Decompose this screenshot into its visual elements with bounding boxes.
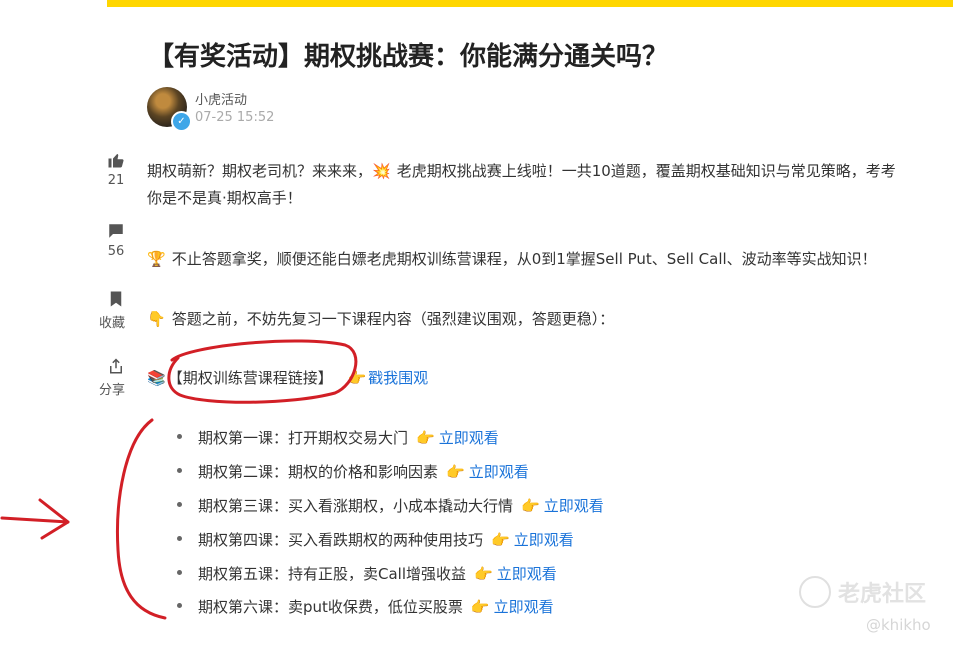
bookmark-button[interactable]: 收藏 bbox=[98, 290, 134, 331]
list-item: 期权第二课：期权的价格和影响因素 👉 立即观看 bbox=[177, 461, 529, 482]
point-right-icon: 👉 bbox=[347, 369, 367, 387]
watch-link[interactable]: 立即观看 bbox=[514, 531, 574, 549]
watch-link[interactable]: 立即观看 bbox=[497, 565, 557, 583]
review-text: 答题之前，不妨先复习一下课程内容（强烈建议围观，答题更稳）： bbox=[171, 310, 615, 328]
list-item: 期权第一课：打开期权交易大门 👉 立即观看 bbox=[177, 427, 499, 448]
intro-text-a: 期权萌新？期权老司机？来来来， bbox=[147, 162, 373, 180]
list-item: 期权第三课：买入看涨期权，小成本撬动大行情 👉 立即观看 bbox=[177, 495, 604, 516]
bullet-icon bbox=[177, 603, 182, 608]
course-link[interactable]: 戳我围观 bbox=[368, 369, 428, 387]
top-accent-bar bbox=[107, 0, 953, 7]
watermark-brand: 老虎社区 bbox=[838, 582, 927, 607]
bullet-icon bbox=[177, 536, 182, 541]
trophy-icon: 🏆 bbox=[147, 250, 166, 268]
point-right-icon: 👉 bbox=[474, 565, 493, 583]
comment-count: 56 bbox=[107, 244, 125, 259]
intro-text-b: 老虎期权挑战赛上线啦！一共10道题，覆盖期权基础知识与常见策略，考考 bbox=[396, 162, 896, 180]
bookmark-icon bbox=[110, 291, 122, 307]
lesson-title: 期权第二课：期权的价格和影响因素 bbox=[198, 463, 439, 481]
bullet-icon bbox=[177, 468, 182, 473]
lesson-title: 期权第一课：打开期权交易大门 bbox=[198, 429, 409, 447]
point-right-icon: 👉 bbox=[470, 598, 490, 616]
list-item: 期权第五课：持有正股，卖Call增强收益 👉 立即观看 bbox=[177, 563, 557, 584]
intro-paragraph: 期权萌新？期权老司机？来来来，💥 老虎期权挑战赛上线啦！一共10道题，覆盖期权基础… bbox=[147, 158, 947, 212]
lesson-title: 期权第六课：卖put收保费，低位买股票 bbox=[198, 598, 463, 616]
post-time: 07-25 15:52 bbox=[195, 110, 275, 125]
like-count: 21 bbox=[107, 173, 125, 188]
point-right-icon: 👉 bbox=[446, 463, 465, 481]
bookmark-label: 收藏 bbox=[98, 316, 125, 331]
bracket-annotation bbox=[116, 418, 167, 620]
review-paragraph: 👇 答题之前，不妨先复习一下课程内容（强烈建议围观，答题更稳）： bbox=[147, 306, 947, 333]
lesson-title: 期权第五课：持有正股，卖Call增强收益 bbox=[198, 565, 467, 583]
watermark-user: @khikho bbox=[866, 616, 931, 634]
point-down-icon: 👇 bbox=[147, 310, 166, 328]
watch-link[interactable]: 立即观看 bbox=[439, 429, 499, 447]
thumbs-up-icon bbox=[108, 154, 124, 168]
comment-button[interactable]: 56 bbox=[98, 222, 134, 259]
prize-paragraph: 🏆 不止答题拿奖，顺便还能白嫖老虎期权训练营课程，从0到1掌握Sell Put、S… bbox=[147, 246, 947, 273]
lesson-title: 期权第三课：买入看涨期权，小成本撬动大行情 bbox=[198, 497, 514, 515]
watch-link[interactable]: 立即观看 bbox=[469, 463, 529, 481]
watch-link[interactable]: 立即观看 bbox=[494, 598, 554, 616]
post-title: 【有奖活动】期权挑战赛：你能满分通关吗？ bbox=[148, 42, 669, 72]
verified-badge-icon: ✓ bbox=[171, 111, 192, 132]
like-button[interactable]: 21 bbox=[98, 151, 134, 188]
point-right-icon: 👉 bbox=[521, 497, 540, 515]
bullet-icon bbox=[177, 434, 182, 439]
point-right-icon: 👉 bbox=[416, 429, 435, 447]
course-link-label: 【期权训练营课程链接】 bbox=[167, 369, 333, 387]
comment-icon bbox=[109, 224, 123, 238]
tiger-community-logo-icon bbox=[799, 576, 831, 608]
share-icon bbox=[110, 358, 122, 374]
point-right-icon: 👉 bbox=[491, 531, 510, 549]
list-item: 期权第四课：买入看跌期权的两种使用技巧 👉 立即观看 bbox=[177, 529, 574, 550]
intro-text-c: 你是不是真·期权高手！ bbox=[147, 189, 302, 207]
share-label: 分享 bbox=[98, 383, 125, 398]
list-item: 期权第六课：卖put收保费，低位买股票 👉 立即观看 bbox=[177, 596, 554, 617]
prize-text: 不止答题拿奖，顺便还能白嫖老虎期权训练营课程，从0到1掌握Sell Put、Se… bbox=[171, 250, 877, 268]
watch-link[interactable]: 立即观看 bbox=[544, 497, 604, 515]
author-name[interactable]: 小虎活动 bbox=[195, 89, 247, 108]
lesson-title: 期权第四课：买入看跌期权的两种使用技巧 bbox=[198, 531, 484, 549]
books-icon: 📚 bbox=[147, 369, 166, 387]
boom-icon: 💥 bbox=[372, 162, 391, 180]
bullet-icon bbox=[177, 570, 182, 575]
share-button[interactable]: 分享 bbox=[98, 357, 134, 398]
course-link-line: 📚 【期权训练营课程链接】 👉 戳我围观 bbox=[147, 365, 947, 392]
bullet-icon bbox=[177, 502, 182, 507]
arrow-annotation bbox=[0, 498, 70, 540]
